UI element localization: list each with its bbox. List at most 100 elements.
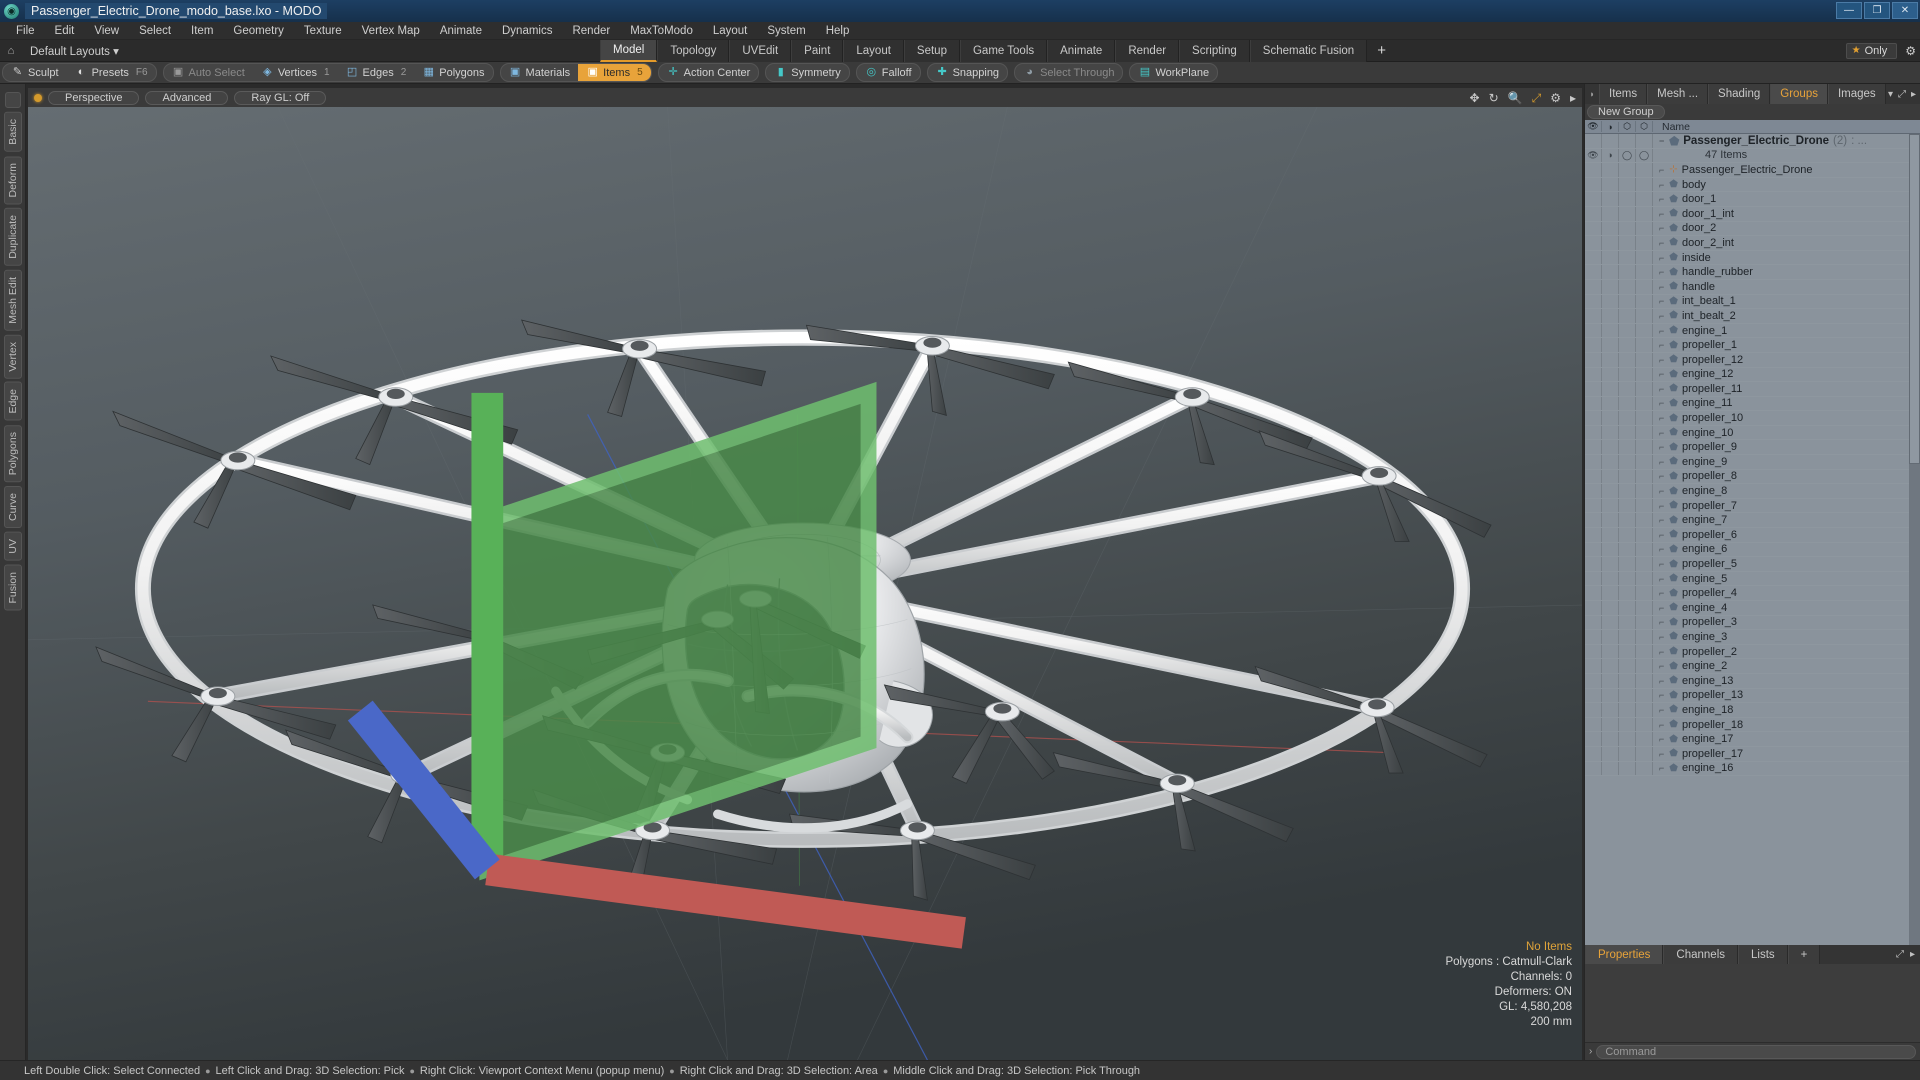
toolbar-button-workplane[interactable]: ▤ WorkPlane [1130, 64, 1217, 81]
fit-icon[interactable]: ⤢ [1532, 92, 1542, 104]
view-mode-button[interactable]: Perspective [48, 90, 140, 105]
layout-tab-render[interactable]: Render [1115, 39, 1180, 62]
list-item[interactable]: ⌐ ⬟ inside [1585, 250, 1920, 266]
right-tab-items[interactable]: Items [1599, 84, 1648, 104]
list-cell-2[interactable] [1619, 528, 1636, 542]
list-cell-1[interactable] [1602, 134, 1619, 148]
close-button[interactable]: ✕ [1892, 2, 1918, 19]
list-cell-0[interactable] [1585, 528, 1602, 542]
list-cell-1[interactable] [1602, 688, 1619, 703]
list-cell-2[interactable] [1619, 411, 1636, 425]
list-cell-0[interactable] [1585, 221, 1602, 236]
list-cell-0[interactable] [1585, 601, 1602, 615]
list-cell-1[interactable] [1602, 746, 1619, 761]
list-cell-0[interactable] [1585, 163, 1602, 177]
list-cell-0[interactable] [1585, 367, 1602, 382]
tool-tab-polygons[interactable]: Polygons [3, 424, 22, 483]
list-item[interactable]: ⌐ ⬟ propeller_7 [1585, 498, 1920, 514]
list-cell-0[interactable] [1585, 703, 1602, 717]
panel-menu-icon[interactable]: ◗ [1585, 84, 1599, 104]
list-cell-3[interactable] [1636, 557, 1653, 571]
list-cell-1[interactable] [1602, 528, 1619, 542]
list-item[interactable]: ⌐ ⬟ int_bealt_1 [1585, 294, 1920, 310]
list-cell-2[interactable] [1619, 732, 1636, 746]
list-item[interactable]: ⌐ ⬟ engine_7 [1585, 513, 1920, 529]
list-cell-1[interactable] [1602, 732, 1619, 746]
list-cell-1[interactable] [1602, 411, 1619, 425]
list-cell-1[interactable] [1602, 352, 1619, 367]
list-cell-0[interactable] [1585, 615, 1602, 630]
list-cell-0[interactable] [1585, 688, 1602, 703]
layout-tab-game-tools[interactable]: Game Tools [959, 39, 1048, 62]
list-cell-1[interactable] [1602, 382, 1619, 396]
list-cell-0[interactable] [1585, 455, 1602, 469]
tool-tab-curve[interactable]: Curve [3, 486, 22, 529]
right-tab-groups[interactable]: Groups [1770, 84, 1828, 104]
layout-tab-layout[interactable]: Layout [843, 39, 904, 62]
list-cell-1[interactable] [1602, 440, 1619, 455]
list-cell-1[interactable] [1602, 309, 1619, 323]
list-cell-1[interactable] [1602, 177, 1619, 192]
list-cell-2[interactable] [1619, 746, 1636, 761]
left-tabs-collapse-icon[interactable] [4, 92, 21, 108]
list-cell-3[interactable] [1636, 659, 1653, 673]
list-cell-3[interactable] [1636, 279, 1653, 294]
rotate-icon[interactable]: ↻ [1489, 92, 1499, 104]
list-cell-2[interactable] [1619, 630, 1636, 644]
list-item[interactable]: ⌐ ⬟ propeller_6 [1585, 528, 1920, 543]
menu-item-file[interactable]: File [6, 24, 45, 38]
list-cell-1[interactable] [1602, 630, 1619, 644]
list-cell-1[interactable] [1602, 192, 1619, 206]
list-cell-1[interactable] [1602, 542, 1619, 557]
list-cell-3[interactable] [1636, 338, 1653, 352]
list-cell-0[interactable] [1585, 644, 1602, 659]
list-cell-0[interactable] [1585, 498, 1602, 513]
right-tab-images[interactable]: Images [1827, 84, 1886, 104]
list-cell-0[interactable] [1585, 484, 1602, 498]
layout-tab-model[interactable]: Model [600, 39, 658, 62]
list-cell-3[interactable] [1636, 542, 1653, 557]
list-cell-0[interactable] [1585, 469, 1602, 484]
group-header-row[interactable]: − ⬟ Passenger_Electric_Drone (2): ... [1585, 134, 1920, 149]
list-cell-3[interactable]: ◯ [1636, 148, 1653, 163]
list-cell-3[interactable] [1636, 163, 1653, 177]
list-cell-3[interactable] [1636, 688, 1653, 703]
item-list[interactable]: − ⬟ Passenger_Electric_Drone (2): ... 👁 ◑ ◯ ◯ 47… [1585, 134, 1920, 945]
tool-tab-vertex[interactable]: Vertex [3, 334, 22, 379]
list-item[interactable]: ⌐ ⬟ propeller_8 [1585, 469, 1920, 485]
list-cell-0[interactable]: 👁 [1585, 148, 1602, 163]
list-cell-1[interactable] [1602, 236, 1619, 250]
list-cell-1[interactable] [1602, 206, 1619, 221]
list-item[interactable]: ⌐ ⬟ engine_18 [1585, 703, 1920, 718]
menu-item-edit[interactable]: Edit [45, 24, 85, 38]
list-cell-0[interactable] [1585, 279, 1602, 294]
list-cell-0[interactable] [1585, 294, 1602, 309]
list-item[interactable]: ⌐ ⬟ propeller_18 [1585, 717, 1920, 733]
list-cell-2[interactable] [1619, 703, 1636, 717]
default-layouts-menu[interactable]: Default Layouts ▾ [22, 44, 127, 58]
add-layout-tab-button[interactable]: + [1367, 40, 1396, 62]
toolbar-button-polygons[interactable]: ▦ Polygons [414, 64, 492, 81]
list-cell-3[interactable] [1636, 498, 1653, 513]
list-cell-1[interactable] [1602, 644, 1619, 659]
list-cell-3[interactable] [1636, 601, 1653, 615]
list-cell-1[interactable] [1602, 250, 1619, 265]
menu-item-dynamics[interactable]: Dynamics [492, 24, 562, 38]
list-item[interactable]: ⌐ ⬟ door_1 [1585, 192, 1920, 207]
toolbar-button-edges[interactable]: ◰ Edges 2 [338, 64, 415, 81]
right-tab-shading[interactable]: Shading [1708, 84, 1771, 104]
list-cell-0[interactable] [1585, 177, 1602, 192]
only-toggle[interactable]: ★ Only [1845, 42, 1898, 59]
list-cell-1[interactable] [1602, 221, 1619, 236]
toolbar-button-snapping[interactable]: ✚ Snapping [928, 64, 1008, 81]
list-cell-1[interactable] [1602, 513, 1619, 528]
menu-item-system[interactable]: System [757, 24, 815, 38]
layout-tab-paint[interactable]: Paint [791, 39, 844, 62]
list-cell-3[interactable] [1636, 484, 1653, 498]
list-item[interactable]: ⌐ ⬟ engine_9 [1585, 455, 1920, 470]
list-item[interactable]: ⌐ ⬟ propeller_2 [1585, 644, 1920, 660]
list-cell-2[interactable] [1619, 396, 1636, 411]
list-cell-0[interactable] [1585, 746, 1602, 761]
list-cell-1[interactable] [1602, 338, 1619, 352]
list-cell-2[interactable] [1619, 279, 1636, 294]
